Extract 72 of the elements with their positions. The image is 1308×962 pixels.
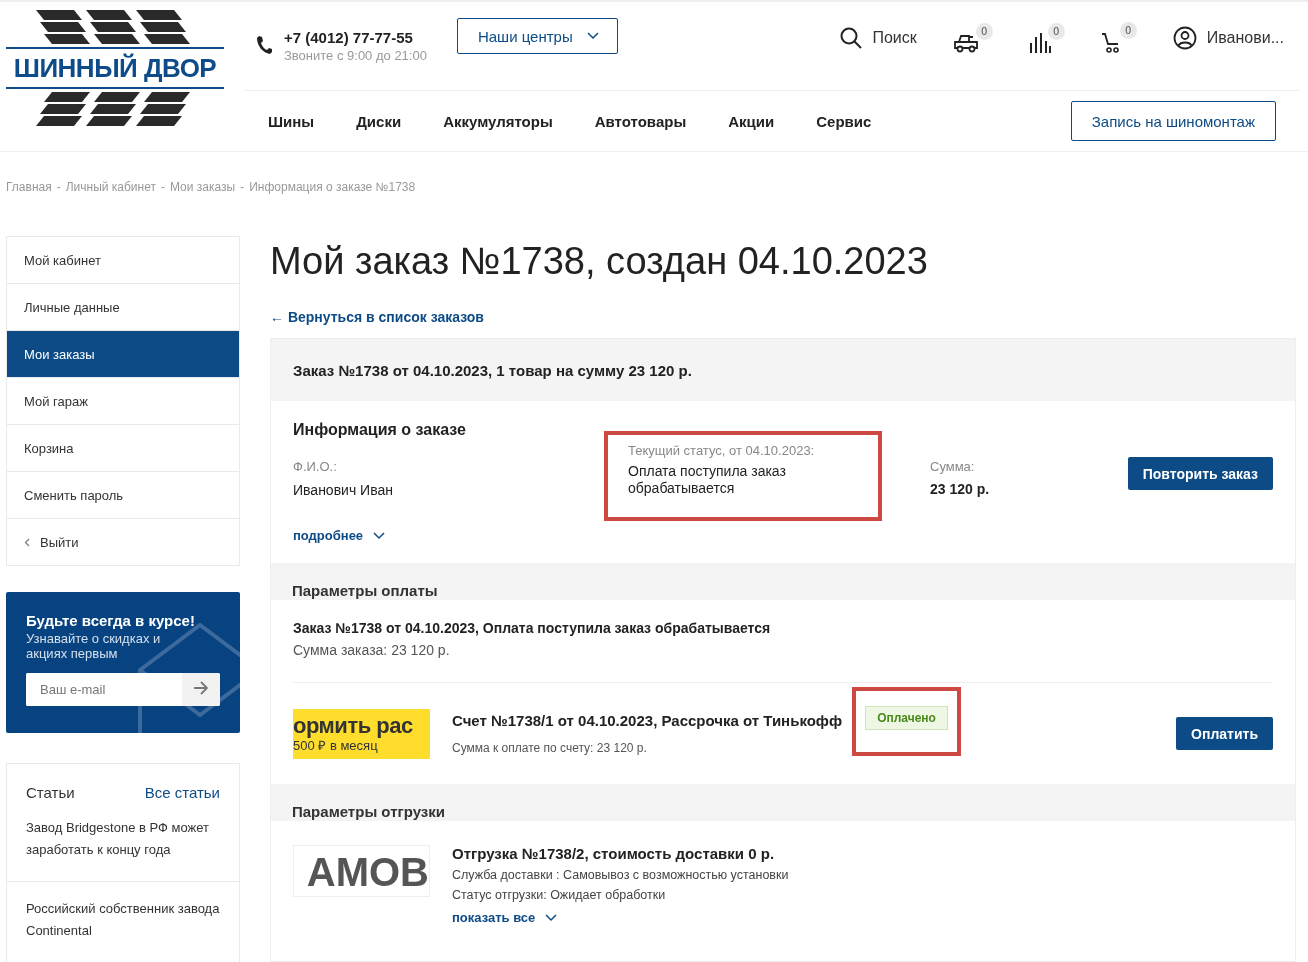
details-toggle[interactable]: подробнее bbox=[293, 528, 386, 543]
show-all-toggle[interactable]: показать все bbox=[452, 910, 558, 925]
sidebar-item[interactable]: Мой кабинет bbox=[7, 237, 239, 284]
all-articles-link[interactable]: Все статьи bbox=[144, 784, 220, 801]
chevron-down-icon bbox=[586, 32, 599, 40]
sidebar-item[interactable]: Корзина bbox=[7, 425, 239, 472]
article-link[interactable]: Завод Bridgestone в РФ может заработать к концу года bbox=[7, 801, 239, 882]
cart-button[interactable]: 0 bbox=[1100, 22, 1137, 54]
articles-title: Статьи bbox=[26, 784, 75, 801]
payment-sum: Сумма заказа: 23 120 р. bbox=[293, 642, 1273, 683]
payment-banner: ормить рас 500 ₽ в месяц bbox=[293, 708, 430, 759]
shipment-title: Отгрузка №1738/2, стоимость доставки 0 р. bbox=[452, 845, 776, 862]
sidebar-item[interactable]: Сменить пароль bbox=[7, 472, 239, 519]
sidebar-item[interactable]: Мои заказы bbox=[7, 331, 239, 378]
status-value: Оплата поступила заказ обрабатывается bbox=[628, 463, 787, 497]
page-title: Мой заказ №1738, создан 04.10.2023 bbox=[270, 240, 929, 283]
car-icon bbox=[952, 33, 979, 53]
bar-chart-icon bbox=[1028, 33, 1051, 53]
invoice-title: Счет №1738/1 от 04.10.2023, Рассрочка от Тинькофф bbox=[452, 712, 843, 729]
newsletter-title: Будьте всегда в курсе! bbox=[26, 612, 196, 629]
submit-button[interactable] bbox=[182, 673, 220, 706]
section-title: Информация о заказе bbox=[293, 421, 467, 439]
name-label: Ф.И.О.: bbox=[293, 459, 338, 474]
nav-link[interactable]: Аккумуляторы bbox=[443, 112, 553, 130]
pay-button[interactable]: Оплатить bbox=[1176, 717, 1273, 750]
repeat-order-button[interactable]: Повторить заказ bbox=[1127, 457, 1273, 490]
phone-icon bbox=[256, 34, 272, 55]
paid-status-badge: Оплачено bbox=[865, 706, 948, 730]
sum-label: Сумма: bbox=[930, 459, 975, 474]
nav-link[interactable]: Акции bbox=[728, 112, 775, 130]
booking-button[interactable]: Запись на шиномонтаж bbox=[1070, 101, 1276, 141]
count-badge: 0 bbox=[1119, 22, 1137, 39]
user-icon bbox=[1172, 26, 1197, 50]
nav-link[interactable]: Диски bbox=[356, 112, 402, 130]
invoice-sum: Сумма к оплате по счету: 23 120 р. bbox=[452, 741, 648, 755]
compare-button[interactable]: 0 bbox=[1028, 23, 1065, 53]
chevron-down-icon bbox=[373, 531, 386, 540]
breadcrumb-separator: - bbox=[240, 180, 245, 194]
delivery-banner: АМОВ bbox=[293, 845, 430, 897]
section-title: Параметры отгрузки bbox=[291, 802, 447, 821]
breadcrumb-separator: - bbox=[160, 180, 165, 194]
newsletter-text: Узнавайте о скидках и акциях первым bbox=[26, 631, 162, 661]
chevron-left-icon bbox=[24, 537, 30, 547]
count-badge: 0 bbox=[975, 23, 993, 40]
sum-value: 23 120 р. bbox=[930, 481, 990, 497]
section-title: Параметры оплаты bbox=[291, 581, 439, 600]
nav-link[interactable]: Сервис bbox=[816, 112, 872, 130]
order-summary: Заказ №1738 от 04.10.2023, 1 товар на сумму 23 120 р. bbox=[292, 360, 693, 381]
article-link[interactable]: Российский собственник завода Continental bbox=[7, 882, 239, 962]
back-link[interactable]: ← Вернуться в список заказов bbox=[270, 309, 484, 325]
logo-text[interactable]: ШИННЫЙ ДВОР bbox=[6, 47, 224, 89]
sidebar-item[interactable]: Выйти bbox=[7, 519, 239, 565]
nav-link[interactable]: Шины bbox=[268, 112, 315, 130]
status-label: Текущий статус, от 04.10.2023: bbox=[628, 443, 816, 458]
garage-button[interactable]: 0 bbox=[952, 23, 993, 53]
breadcrumb-separator: - bbox=[56, 180, 61, 194]
arrow-right-icon bbox=[193, 681, 209, 695]
name-value: Иванович Иван bbox=[293, 482, 394, 498]
centers-dropdown[interactable]: Наши центры bbox=[456, 18, 618, 54]
nav-link[interactable]: Автотовары bbox=[594, 112, 687, 130]
email-field[interactable]: Ваш e-mail bbox=[26, 673, 220, 706]
chevron-down-icon bbox=[545, 913, 558, 922]
shipment-status: Статус отгрузки: Ожидает обработки bbox=[452, 888, 667, 902]
count-badge: 0 bbox=[1047, 23, 1065, 40]
phone-hours: Звоните с 9:00 до 21:00 bbox=[284, 47, 427, 63]
delivery-service: Служба доставки : Самовывоз с возможностью установки bbox=[452, 868, 789, 882]
search-button[interactable]: Поиск bbox=[840, 27, 917, 49]
search-icon bbox=[840, 27, 863, 49]
sidebar-item[interactable]: Мой гараж bbox=[7, 378, 239, 425]
payment-heading: Заказ №1738 от 04.10.2023, Оплата поступила заказ обрабатывается bbox=[293, 620, 772, 636]
user-menu[interactable]: Иванови... bbox=[1172, 26, 1284, 50]
phone-number[interactable]: +7 (4012) 77-77-55 bbox=[284, 28, 427, 46]
